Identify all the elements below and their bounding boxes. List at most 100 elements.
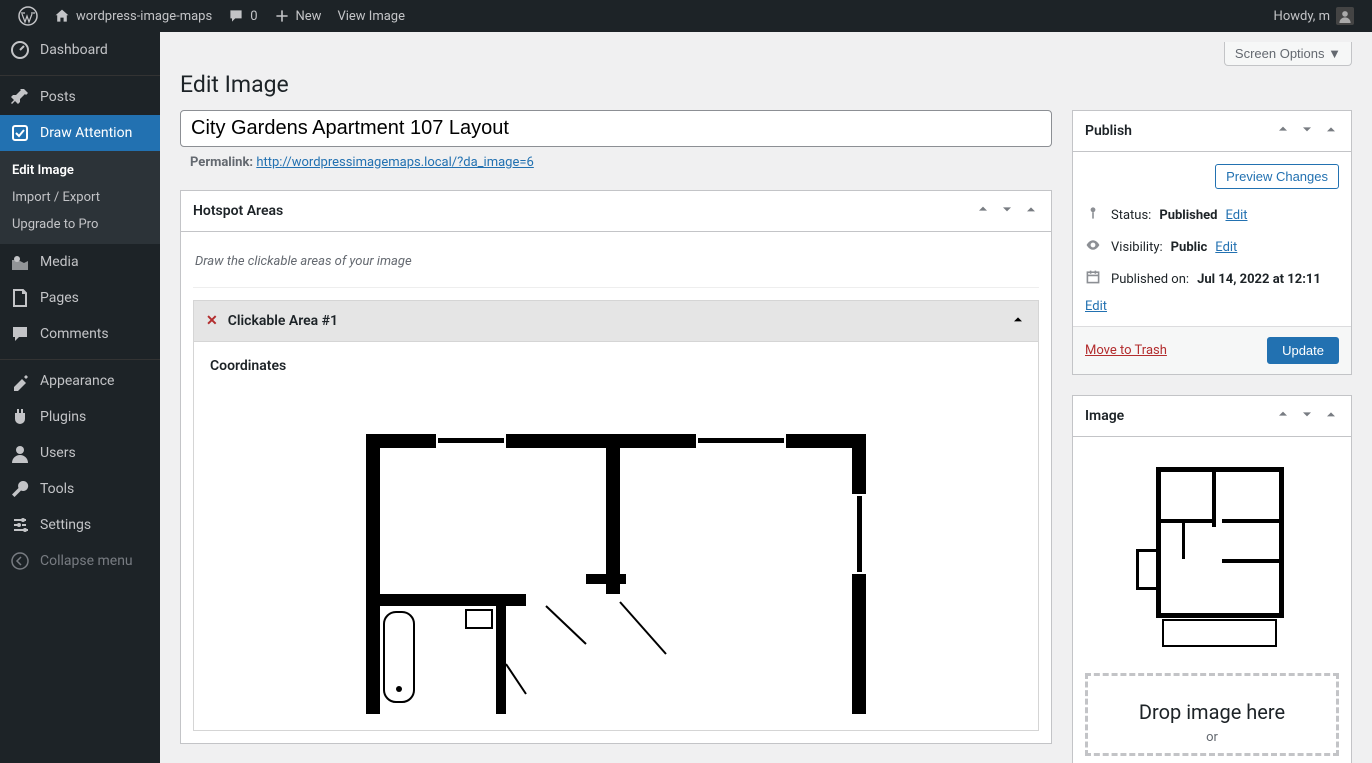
permalink-url[interactable]: http://wordpressimagemaps.local/?da_imag… (256, 155, 534, 170)
edit-visibility-link[interactable]: Edit (1215, 240, 1237, 255)
permalink-row: Permalink: http://wordpressimagemaps.loc… (180, 147, 1052, 178)
wp-logo[interactable] (10, 0, 46, 32)
plus-icon (274, 8, 290, 24)
sidebar-item-pages[interactable]: Pages (0, 280, 160, 316)
panel-toggle-icon[interactable] (1023, 201, 1039, 221)
sidebar-item-dashboard[interactable]: Dashboard (0, 32, 160, 68)
sidebar-label-pages: Pages (40, 290, 79, 306)
panel-down-icon[interactable] (1299, 406, 1315, 426)
sidebar-label-plugins: Plugins (40, 409, 86, 425)
sidebar-item-settings[interactable]: Settings (0, 507, 160, 543)
update-button[interactable]: Update (1267, 337, 1339, 364)
site-name-link[interactable]: wordpress-image-maps (46, 0, 220, 32)
image-thumbnail[interactable] (1085, 449, 1339, 659)
image-dropzone[interactable]: Drop image here or (1085, 673, 1339, 756)
panel-down-icon[interactable] (999, 201, 1015, 221)
comments-icon (10, 324, 30, 344)
sidebar-label-collapse: Collapse menu (40, 553, 133, 569)
draw-attention-submenu: Edit Image Import / Export Upgrade to Pr… (0, 151, 160, 244)
howdy-text: Howdy, m (1274, 9, 1330, 24)
sidebar-item-users[interactable]: Users (0, 435, 160, 471)
plugins-icon (10, 407, 30, 427)
sidebar-item-posts[interactable]: Posts (0, 79, 160, 115)
sidebar-label-appearance: Appearance (40, 373, 114, 389)
image-panel: Image (1072, 395, 1352, 763)
published-value: Jul 14, 2022 at 12:11 (1197, 272, 1321, 287)
sidebar-label-tools: Tools (40, 481, 74, 497)
sidebar-label-settings: Settings (40, 517, 91, 533)
sidebar-item-comments[interactable]: Comments (0, 316, 160, 352)
clickable-area-title: Clickable Area #1 (228, 313, 338, 329)
sidebar-label-comments: Comments (40, 326, 109, 342)
page-title: Edit Image (180, 71, 1352, 98)
permalink-label: Permalink: (190, 155, 253, 170)
admin-sidebar: Dashboard Posts Draw Attention Edit Imag… (0, 32, 160, 763)
appearance-icon (10, 371, 30, 391)
comments-link[interactable]: 0 (220, 0, 265, 32)
area-collapse-icon[interactable] (1010, 311, 1026, 331)
site-name: wordpress-image-maps (76, 9, 212, 24)
panel-up-icon[interactable] (1275, 121, 1291, 141)
status-icon (1085, 205, 1103, 225)
panel-up-icon[interactable] (1275, 406, 1291, 426)
hotspot-panel: Hotspot Areas Draw the clickable areas o… (180, 190, 1052, 744)
howdy-account[interactable]: Howdy, m (1266, 7, 1362, 25)
main-content: Screen Options ▼ Edit Image Permalink: h… (160, 32, 1372, 763)
draw-attention-icon (10, 123, 30, 143)
dashboard-icon (10, 40, 30, 60)
published-label: Published on: (1111, 272, 1189, 287)
comments-count: 0 (250, 9, 257, 24)
sidebar-collapse[interactable]: Collapse menu (0, 543, 160, 579)
publish-panel: Publish Preview Changes Status: Publish (1072, 110, 1352, 375)
visibility-value: Public (1171, 240, 1208, 255)
move-to-trash-link[interactable]: Move to Trash (1085, 343, 1167, 358)
user-avatar-icon (1338, 9, 1352, 23)
remove-area-button[interactable]: ✕ (206, 313, 218, 329)
panel-toggle-icon[interactable] (1323, 406, 1339, 426)
collapse-icon (10, 551, 30, 571)
edit-date-link[interactable]: Edit (1085, 299, 1339, 314)
submenu-import-export[interactable]: Import / Export (0, 184, 160, 211)
post-title-input[interactable] (180, 110, 1052, 147)
coordinates-label: Coordinates (210, 358, 1022, 374)
sidebar-item-plugins[interactable]: Plugins (0, 399, 160, 435)
sidebar-item-appearance[interactable]: Appearance (0, 363, 160, 399)
floorplan-canvas[interactable] (210, 394, 1022, 714)
status-value: Published (1159, 208, 1217, 223)
status-label: Status: (1111, 208, 1151, 223)
new-label: New (296, 9, 322, 24)
sidebar-item-draw-attention[interactable]: Draw Attention (0, 115, 160, 151)
tools-icon (10, 479, 30, 499)
preview-changes-button[interactable]: Preview Changes (1215, 164, 1339, 189)
new-content-link[interactable]: New (266, 0, 330, 32)
view-label: View Image (337, 9, 405, 24)
visibility-label: Visibility: (1111, 240, 1163, 255)
sidebar-item-tools[interactable]: Tools (0, 471, 160, 507)
publish-panel-title: Publish (1085, 123, 1132, 139)
comment-icon (228, 8, 244, 24)
panel-up-icon[interactable] (975, 201, 991, 221)
screen-options-button[interactable]: Screen Options ▼ (1224, 42, 1352, 66)
clickable-area-header[interactable]: ✕ Clickable Area #1 (193, 300, 1039, 342)
sidebar-label-posts: Posts (40, 89, 76, 105)
users-icon (10, 443, 30, 463)
admin-bar: wordpress-image-maps 0 New View Image Ho… (0, 0, 1372, 32)
settings-icon (10, 515, 30, 535)
panel-down-icon[interactable] (1299, 121, 1315, 141)
dropzone-text: Drop image here (1098, 700, 1326, 724)
view-image-link[interactable]: View Image (329, 0, 413, 32)
sidebar-label-dashboard: Dashboard (40, 42, 108, 58)
edit-status-link[interactable]: Edit (1225, 208, 1247, 223)
sidebar-item-media[interactable]: Media (0, 244, 160, 280)
image-panel-title: Image (1085, 408, 1124, 424)
home-icon (54, 8, 70, 24)
panel-toggle-icon[interactable] (1323, 121, 1339, 141)
submenu-upgrade[interactable]: Upgrade to Pro (0, 211, 160, 238)
visibility-icon (1085, 237, 1103, 257)
floorplan-thumbnail (1132, 459, 1292, 649)
floorplan-image (366, 434, 866, 714)
calendar-icon (1085, 269, 1103, 289)
dropzone-or: or (1098, 730, 1326, 745)
hotspot-description: Draw the clickable areas of your image (193, 244, 1039, 288)
submenu-edit-image[interactable]: Edit Image (0, 157, 160, 184)
